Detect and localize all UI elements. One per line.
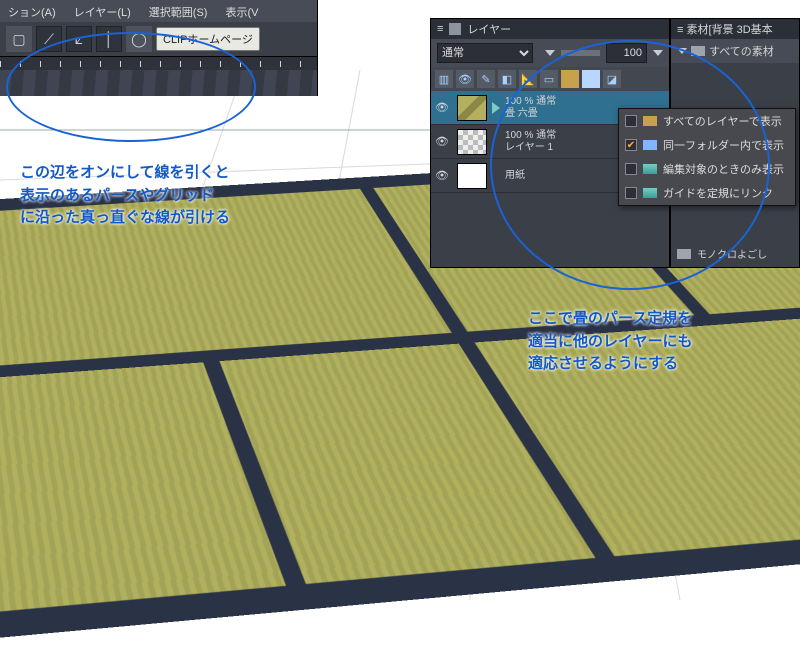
visibility-toggle[interactable]: 👁 [431, 169, 453, 182]
pen-icon[interactable]: ✎ [477, 70, 495, 88]
layer-opacity-label: 100 % [505, 130, 533, 141]
layer-icon-row: ▥ 👁 ✎ ◧ 📐 ▭ ◪ [431, 67, 669, 91]
horizontal-ruler [0, 56, 317, 70]
menu-select[interactable]: 選択範囲(S) [149, 4, 208, 18]
checkbox[interactable] [625, 163, 637, 175]
annotation-text-right: ここで畳のパース定規を適当に他のレイヤーにも適応させるようにする [528, 308, 693, 376]
blend-mode-select[interactable]: 通常 [437, 43, 533, 63]
clip-homepage-button[interactable]: CLIPホームページ [156, 27, 260, 51]
material-tree-root[interactable]: すべての素材 [671, 39, 799, 63]
layer-thumbnail [457, 95, 487, 121]
layers-panel-title: レイヤー [467, 21, 511, 37]
opacity-value[interactable]: 100 [606, 43, 647, 63]
menu-item-label: ガイドを定規にリンク [663, 185, 773, 201]
ruler-icon [643, 164, 657, 174]
folder-icon [691, 46, 705, 56]
material-panel-tab[interactable]: ≡ 素材[背景 3D基本 [671, 19, 799, 39]
layers-icon [449, 23, 461, 35]
snap-ellipse-icon[interactable]: ◯ [126, 26, 152, 52]
material-panel-title: 素材[背景 3D基本 [686, 24, 772, 36]
snap-angle-icon[interactable]: ⟋ [36, 26, 62, 52]
visibility-toggle[interactable]: 👁 [431, 101, 453, 114]
folder-yellow-icon [643, 116, 657, 126]
canvas-edge-strip [0, 70, 317, 96]
folder-yellow-icon[interactable] [561, 70, 579, 88]
checkbox-checked[interactable] [625, 139, 637, 151]
material-footer-item[interactable]: モノクロよごし [671, 240, 799, 267]
menu-item-label: 同一フォルダー内で表示 [663, 137, 784, 153]
overlay-icon[interactable]: ◪ [603, 70, 621, 88]
menu-view[interactable]: 表示(V [225, 4, 258, 18]
menu-action[interactable]: ション(A) [8, 4, 56, 18]
layer-name-label: レイヤー 1 [505, 142, 556, 154]
layers-panel-tab[interactable]: ≡ レイヤー [431, 19, 669, 39]
folder-blue-icon [643, 140, 657, 150]
material-all-label: すべての素材 [709, 43, 774, 59]
layer-thumbnail [457, 129, 487, 155]
snap-tool-row: ▢ ⟋ ⟀ │ ◯ CLIPホームページ [0, 22, 317, 56]
folder-icon [677, 249, 691, 259]
opacity-slider[interactable] [561, 50, 600, 56]
snap-ruler-icon[interactable]: │ [96, 26, 122, 52]
toolbar-snippet: ション(A) レイヤー(L) 選択範囲(S) 表示(V ▢ ⟋ ⟀ │ ◯ CL… [0, 0, 318, 96]
checkbox[interactable] [625, 115, 637, 127]
folder-blue-icon[interactable] [582, 70, 600, 88]
eye-toggle-icon[interactable]: 👁 [456, 70, 474, 88]
opacity-stepper-icon[interactable] [653, 50, 663, 56]
chevron-down-icon [677, 48, 687, 54]
snap-perspective-icon[interactable]: ⟀ [66, 26, 92, 52]
menu-layer[interactable]: レイヤー(L) [74, 4, 131, 18]
menu-item-show-same-folder[interactable]: 同一フォルダー内で表示 [619, 133, 795, 157]
layer-mode-label: 通常 [536, 96, 556, 107]
menu-item-show-all-layers[interactable]: すべてのレイヤーで表示 [619, 109, 795, 133]
menu-item-link-guide-ruler[interactable]: ガイドを定規にリンク [619, 181, 795, 205]
layer-name-label: 畳 六畳 [505, 108, 556, 120]
menu-item-label: 編集対象のときのみ表示 [663, 161, 784, 177]
ruler-icon [643, 188, 657, 198]
ruler-layer-icon[interactable]: 📐 [519, 70, 537, 88]
layer-mode-row: 通常 100 [431, 39, 669, 67]
ruler-visibility-context-menu: すべてのレイヤーで表示 同一フォルダー内で表示 編集対象のときのみ表示 ガイドを… [618, 108, 796, 206]
material-footer-label: モノクロよごし [697, 246, 767, 261]
layer-thumbnail [457, 163, 487, 189]
layer-opacity-label: 100 % [505, 96, 533, 107]
clip-icon[interactable]: ▭ [540, 70, 558, 88]
menu-item-label: すべてのレイヤーで表示 [663, 113, 782, 129]
visibility-toggle[interactable]: 👁 [431, 135, 453, 148]
checkbox[interactable] [625, 187, 637, 199]
annotation-text-left: この辺をオンにして線を引くと表示のあるパースやグリッドに沿った真っ直ぐな線が引け… [20, 162, 230, 230]
menu-bar: ション(A) レイヤー(L) 選択範囲(S) 表示(V [0, 0, 317, 22]
mask-icon[interactable]: ◧ [498, 70, 516, 88]
snap-square-icon[interactable]: ▢ [6, 26, 32, 52]
chevron-down-icon[interactable] [545, 50, 555, 56]
layer-name-label: 用紙 [505, 170, 525, 182]
layer-mode-label: 通常 [536, 130, 556, 141]
ruler-badge-icon [492, 102, 500, 114]
lock-group-icon[interactable]: ▥ [435, 70, 453, 88]
menu-item-show-edit-only[interactable]: 編集対象のときのみ表示 [619, 157, 795, 181]
